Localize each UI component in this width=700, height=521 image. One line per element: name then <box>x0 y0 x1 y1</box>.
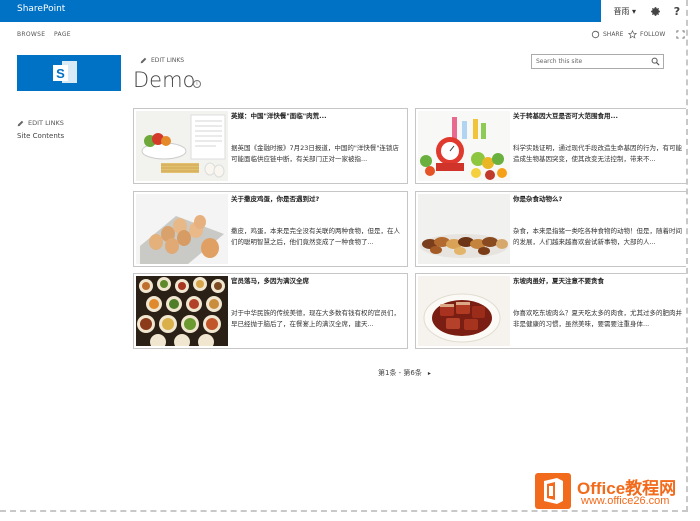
card-description: 撒皮，鸡蛋，本来是完全没有关联的两种食物，但是，在人们的聪明智慧之后，他们竟然变… <box>231 227 400 246</box>
search-input[interactable]: Search this site <box>536 58 582 65</box>
suite-bar-right: 晋雨 ▾ ? <box>601 0 686 22</box>
card-title[interactable]: 关于撒皮鸡蛋，你是否遇到过? <box>231 195 404 204</box>
user-menu[interactable]: 晋雨 ▾ <box>601 6 644 17</box>
office-logo-icon <box>535 473 571 509</box>
follow-label: FOLLOW <box>640 31 666 38</box>
news-card[interactable]: 东坡肉虽好，夏天注意不要贪食 你喜欢吃东坡肉么？夏天吃太多的肉食，尤其过多的肥肉… <box>415 273 686 349</box>
scale-thumbnail <box>418 111 510 181</box>
news-card[interactable]: 你是杂食动物么? 杂食，本来是指猪一类吃各种食物的动物！但是，随着时间的发展，人… <box>415 191 686 267</box>
feast-thumbnail <box>136 276 228 346</box>
card-description: 科学实践证明，通过现代手段改造生命基因的行为，有可能造成生物基因突变，使其改变无… <box>513 144 682 163</box>
news-card[interactable]: 关于撒皮鸡蛋，你是否遇到过? 撒皮，鸡蛋，本来是完全没有关联的两种食物，但是，在… <box>133 191 408 267</box>
card-title[interactable]: 东坡肉虽好，夏天注意不要贪食 <box>513 277 686 286</box>
pencil-icon <box>17 120 24 126</box>
watermark: Office教程网 www.office26.com <box>535 472 695 512</box>
focus-icon[interactable] <box>676 30 685 39</box>
edit-links-top[interactable]: EDIT LINKS <box>140 57 184 64</box>
sharepoint-brand-link[interactable]: SharePoint <box>17 4 65 14</box>
site-logo[interactable]: S <box>17 55 121 91</box>
ribbon-bar: BROWSE PAGE SHARE FOLLOW <box>0 22 686 46</box>
tab-page[interactable]: PAGE <box>54 31 71 38</box>
pork-thumbnail <box>418 276 510 346</box>
breakfast-thumbnail <box>136 111 228 181</box>
card-title[interactable]: 关于转基因大豆是否可大范围食用... <box>513 112 686 121</box>
chevron-down-icon: ▾ <box>631 6 636 16</box>
news-card[interactable]: 英媒：中国"洋快餐"面临"肉荒... 据英国《金融时报》7月23日报道，中国的"… <box>133 108 408 184</box>
edit-links-left[interactable]: EDIT LINKS <box>17 119 64 127</box>
pager: 第1条 - 第6条 ▸ <box>378 368 431 378</box>
card-title[interactable]: 你是杂食动物么? <box>513 195 686 204</box>
eggs-thumbnail <box>136 194 228 264</box>
browser-frame: SharePoint 晋雨 ▾ ? BROWSE PAGE SHARE FOLL… <box>0 0 688 512</box>
share-button[interactable]: SHARE <box>591 30 623 39</box>
pencil-icon <box>140 57 147 64</box>
card-description: 据英国《金融时报》7月23日报道，中国的"洋快餐"连锁店可能面临供应链中断，有关… <box>231 144 399 163</box>
page-title[interactable]: Demo <box>133 68 195 92</box>
card-description: 你喜欢吃东坡肉么？夏天吃太多的肉食，尤其过多的肥肉并非是健康的习惯，虽然美味，要… <box>513 309 682 328</box>
share-label: SHARE <box>603 31 624 38</box>
next-page-icon[interactable]: ▸ <box>428 370 431 377</box>
news-card[interactable]: 官员落马，多因为满汉全席 对于中华民族的传统美德，现在大多数有钱有权的官员们，早… <box>133 273 408 349</box>
edit-links-left-label: EDIT LINKS <box>28 119 64 127</box>
share-icon <box>591 30 600 39</box>
card-title[interactable]: 英媒：中国"洋快餐"面临"肉荒... <box>231 112 404 121</box>
user-name: 晋雨 <box>613 6 630 16</box>
nuts-thumbnail <box>418 194 510 264</box>
site-contents-link[interactable]: Site Contents <box>17 132 64 140</box>
news-card[interactable]: 关于转基因大豆是否可大范围食用... 科学实践证明，通过现代手段改造生命基因的行… <box>415 108 686 184</box>
help-icon[interactable]: ? <box>666 0 686 22</box>
pager-label: 第1条 - 第6条 <box>378 369 422 377</box>
sharepoint-logo-icon: S <box>53 61 77 83</box>
follow-button[interactable]: FOLLOW <box>628 30 665 39</box>
tab-browse[interactable]: BROWSE <box>17 31 45 38</box>
edit-links-top-label: EDIT LINKS <box>151 57 185 64</box>
info-icon[interactable]: i <box>193 80 201 88</box>
star-icon <box>628 30 637 39</box>
svg-text:S: S <box>56 66 65 81</box>
card-description: 杂食，本来是指猪一类吃各种食物的动物！但是，随着时间的发展，人们越来越喜欢尝试新… <box>513 227 682 246</box>
search-box[interactable]: Search this site <box>531 54 664 69</box>
gear-icon[interactable] <box>644 0 666 22</box>
card-title[interactable]: 官员落马，多因为满汉全席 <box>231 277 404 286</box>
watermark-url: www.office26.com <box>581 495 670 507</box>
card-description: 对于中华民族的传统美德，现在大多数有钱有权的官员们，早已经抛于脑后了，在餐宴上的… <box>231 309 400 328</box>
suite-bar: SharePoint 晋雨 ▾ ? <box>0 0 686 22</box>
search-icon[interactable] <box>651 57 660 66</box>
